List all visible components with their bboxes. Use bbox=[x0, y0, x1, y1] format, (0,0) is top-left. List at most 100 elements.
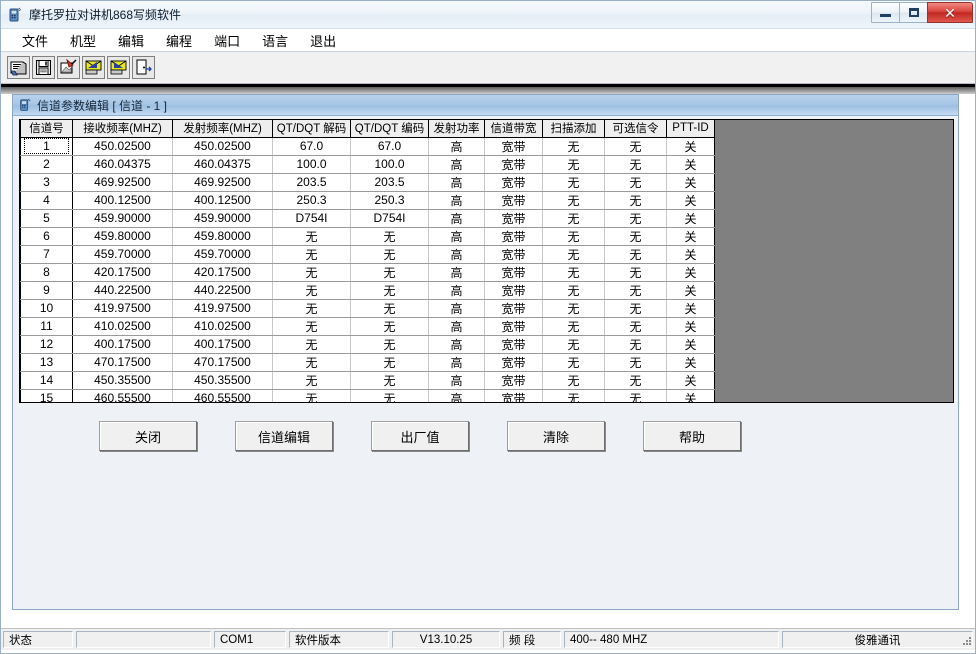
table-cell[interactable]: 无 bbox=[605, 191, 667, 209]
table-cell[interactable]: 459.90000 bbox=[173, 209, 273, 227]
write-radio-button[interactable] bbox=[107, 56, 130, 79]
col-header-tx-power[interactable]: 发射功率 bbox=[429, 120, 485, 137]
factory-default-button[interactable]: 出厂值 bbox=[371, 421, 469, 451]
table-cell[interactable]: 450.35500 bbox=[173, 371, 273, 389]
table-cell[interactable]: 无 bbox=[273, 335, 351, 353]
table-cell[interactable]: 470.17500 bbox=[73, 353, 173, 371]
table-cell[interactable]: 13 bbox=[21, 353, 73, 371]
table-cell[interactable]: 459.70000 bbox=[173, 245, 273, 263]
col-header-ptt-id[interactable]: PTT-ID bbox=[667, 120, 715, 137]
table-cell[interactable]: 无 bbox=[605, 389, 667, 403]
table-cell[interactable]: 无 bbox=[543, 317, 605, 335]
table-cell[interactable]: 203.5 bbox=[273, 173, 351, 191]
table-cell[interactable]: 420.17500 bbox=[173, 263, 273, 281]
table-cell[interactable]: 关 bbox=[667, 227, 715, 245]
col-header-tx-freq[interactable]: 发射频率(MHZ) bbox=[173, 120, 273, 137]
table-cell[interactable]: 高 bbox=[429, 245, 485, 263]
table-cell[interactable]: 无 bbox=[543, 137, 605, 155]
table-cell[interactable]: 无 bbox=[605, 299, 667, 317]
table-cell[interactable]: 宽带 bbox=[485, 353, 543, 371]
menu-program[interactable]: 编程 bbox=[155, 29, 203, 52]
table-cell[interactable]: 410.02500 bbox=[173, 317, 273, 335]
table-cell[interactable]: 无 bbox=[351, 263, 429, 281]
table-cell[interactable]: 宽带 bbox=[485, 173, 543, 191]
table-row[interactable]: 2460.04375460.04375100.0100.0高宽带无无关 bbox=[21, 155, 715, 173]
table-cell[interactable]: 高 bbox=[429, 155, 485, 173]
table-row[interactable]: 5459.90000459.90000D754ID754I高宽带无无关 bbox=[21, 209, 715, 227]
col-header-channel[interactable]: 信道号 bbox=[21, 120, 73, 137]
table-cell[interactable]: 宽带 bbox=[485, 389, 543, 403]
table-cell[interactable]: 无 bbox=[543, 227, 605, 245]
table-cell[interactable]: 宽带 bbox=[485, 137, 543, 155]
menu-language[interactable]: 语言 bbox=[251, 29, 299, 52]
table-cell[interactable]: 无 bbox=[273, 371, 351, 389]
col-header-rx-freq[interactable]: 接收频率(MHZ) bbox=[73, 120, 173, 137]
table-cell[interactable]: 宽带 bbox=[485, 155, 543, 173]
table-cell[interactable]: 12 bbox=[21, 335, 73, 353]
table-cell[interactable]: 无 bbox=[273, 389, 351, 403]
table-cell[interactable]: 400.12500 bbox=[73, 191, 173, 209]
table-cell[interactable]: 无 bbox=[273, 353, 351, 371]
table-cell[interactable]: 高 bbox=[429, 209, 485, 227]
table-cell[interactable]: 无 bbox=[351, 281, 429, 299]
table-row[interactable]: 4400.12500400.12500250.3250.3高宽带无无关 bbox=[21, 191, 715, 209]
table-cell[interactable]: 高 bbox=[429, 137, 485, 155]
menu-edit[interactable]: 编辑 bbox=[107, 29, 155, 52]
col-header-qt-encode[interactable]: QT/DQT 编码 bbox=[351, 120, 429, 137]
table-row[interactable]: 10419.97500419.97500无无高宽带无无关 bbox=[21, 299, 715, 317]
table-cell[interactable]: 460.55500 bbox=[173, 389, 273, 403]
table-cell[interactable]: 无 bbox=[543, 335, 605, 353]
table-cell[interactable]: 2 bbox=[21, 155, 73, 173]
open-file-button[interactable] bbox=[7, 56, 30, 79]
table-cell[interactable]: 宽带 bbox=[485, 281, 543, 299]
table-cell[interactable]: 关 bbox=[667, 137, 715, 155]
table-cell[interactable]: 419.97500 bbox=[73, 299, 173, 317]
table-row[interactable]: 14450.35500450.35500无无高宽带无无关 bbox=[21, 371, 715, 389]
table-row[interactable]: 1450.02500450.0250067.067.0高宽带无无关 bbox=[21, 137, 715, 155]
table-cell[interactable]: 459.80000 bbox=[73, 227, 173, 245]
table-row[interactable]: 8420.17500420.17500无无高宽带无无关 bbox=[21, 263, 715, 281]
col-header-bandwidth[interactable]: 信道带宽 bbox=[485, 120, 543, 137]
save-file-button[interactable] bbox=[32, 56, 55, 79]
resize-grip-icon[interactable] bbox=[959, 635, 973, 649]
menu-file[interactable]: 文件 bbox=[11, 29, 59, 52]
table-cell[interactable]: 459.80000 bbox=[173, 227, 273, 245]
table-cell[interactable]: 419.97500 bbox=[173, 299, 273, 317]
table-cell[interactable]: 无 bbox=[273, 299, 351, 317]
exit-button[interactable] bbox=[132, 56, 155, 79]
menu-model[interactable]: 机型 bbox=[59, 29, 107, 52]
table-cell[interactable]: 宽带 bbox=[485, 227, 543, 245]
table-cell[interactable]: 459.90000 bbox=[73, 209, 173, 227]
table-cell[interactable]: 无 bbox=[273, 227, 351, 245]
table-cell[interactable]: 无 bbox=[351, 227, 429, 245]
col-header-qt-decode[interactable]: QT/DQT 解码 bbox=[273, 120, 351, 137]
table-cell[interactable]: 无 bbox=[605, 173, 667, 191]
table-cell[interactable]: 450.35500 bbox=[73, 371, 173, 389]
table-row[interactable]: 13470.17500470.17500无无高宽带无无关 bbox=[21, 353, 715, 371]
close-button[interactable]: 关闭 bbox=[99, 421, 197, 451]
table-row[interactable]: 7459.70000459.70000无无高宽带无无关 bbox=[21, 245, 715, 263]
table-cell[interactable]: 15 bbox=[21, 389, 73, 403]
table-cell[interactable]: 关 bbox=[667, 281, 715, 299]
table-cell[interactable]: 无 bbox=[351, 299, 429, 317]
table-cell[interactable]: D754I bbox=[351, 209, 429, 227]
table-cell[interactable]: 无 bbox=[543, 299, 605, 317]
table-cell[interactable]: 关 bbox=[667, 371, 715, 389]
table-cell[interactable]: 无 bbox=[605, 371, 667, 389]
close-window-button[interactable]: ✕ bbox=[927, 2, 973, 23]
table-cell[interactable]: 10 bbox=[21, 299, 73, 317]
table-cell[interactable]: 无 bbox=[543, 263, 605, 281]
table-cell[interactable]: 203.5 bbox=[351, 173, 429, 191]
table-cell[interactable]: 宽带 bbox=[485, 371, 543, 389]
table-cell[interactable]: D754I bbox=[273, 209, 351, 227]
table-row[interactable]: 6459.80000459.80000无无高宽带无无关 bbox=[21, 227, 715, 245]
col-header-signaling[interactable]: 可选信令 bbox=[605, 120, 667, 137]
table-cell[interactable]: 无 bbox=[351, 335, 429, 353]
table-cell[interactable]: 关 bbox=[667, 335, 715, 353]
table-cell[interactable]: 无 bbox=[273, 245, 351, 263]
help-button[interactable]: 帮助 bbox=[643, 421, 741, 451]
table-cell[interactable]: 400.17500 bbox=[73, 335, 173, 353]
maximize-button[interactable] bbox=[899, 2, 928, 23]
table-cell[interactable]: 宽带 bbox=[485, 209, 543, 227]
table-cell[interactable]: 440.22500 bbox=[173, 281, 273, 299]
